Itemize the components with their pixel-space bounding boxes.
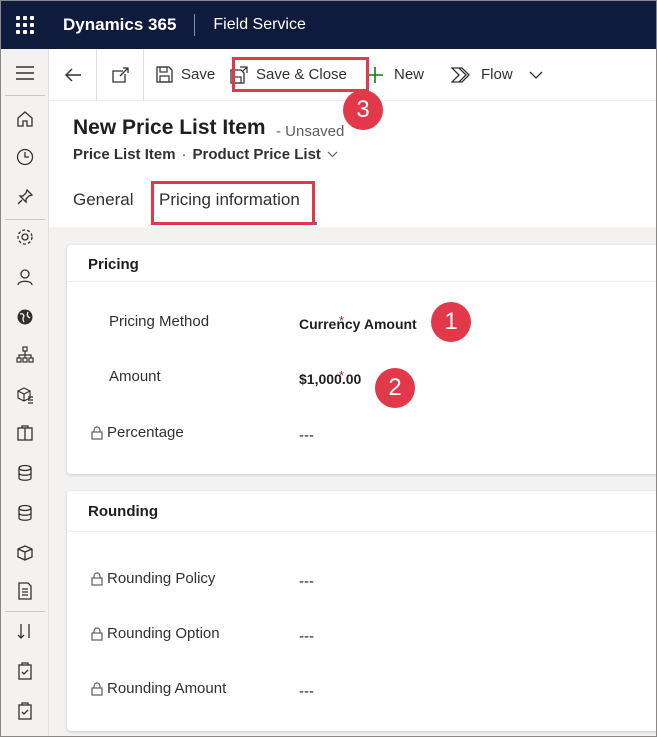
- checklist-icon[interactable]: [13, 699, 37, 723]
- rounding-option-label-row: Rounding Option: [91, 625, 220, 642]
- chevron-down-icon: [327, 151, 338, 158]
- form-selector[interactable]: Product Price List: [193, 146, 338, 163]
- section-title: Pricing: [88, 256, 139, 273]
- rounding-amount-field: ---: [299, 683, 314, 700]
- lock-icon: [91, 626, 103, 641]
- chevron-down-icon: [529, 71, 543, 79]
- rounding-policy-field: ---: [299, 573, 314, 590]
- flow-icon: [451, 66, 470, 83]
- rounding-policy-label-row: Rounding Policy: [91, 570, 215, 587]
- database-icon[interactable]: [13, 501, 37, 525]
- percentage-label: Percentage: [107, 424, 184, 441]
- topbar-divider: [194, 14, 196, 36]
- top-bar: Dynamics 365 Field Service: [1, 1, 656, 49]
- entity-name: Price List Item: [73, 146, 176, 163]
- back-button[interactable]: [49, 49, 96, 101]
- percentage-label-row: Percentage: [91, 424, 184, 441]
- sort-icon[interactable]: [13, 619, 37, 643]
- callout-badge-2: 2: [375, 368, 415, 408]
- pin-icon[interactable]: [13, 185, 37, 209]
- settings-icon[interactable]: [13, 225, 37, 249]
- amount-label: Amount: [109, 368, 161, 385]
- back-arrow-icon: [64, 68, 81, 81]
- rounding-policy-label: Rounding Policy: [107, 570, 216, 587]
- pricing-tab-highlight: [151, 181, 315, 225]
- database-icon[interactable]: [13, 461, 37, 485]
- app-window: Dynamics 365 Field Service Save Save & C…: [0, 0, 657, 737]
- open-new-window-button[interactable]: [97, 49, 143, 101]
- save-label: Save: [181, 66, 216, 83]
- save-and-close-highlight: [232, 57, 369, 92]
- clipboard-icon[interactable]: [13, 421, 37, 445]
- flow-label: Flow: [481, 66, 513, 83]
- waffle-icon: [16, 16, 34, 34]
- app-launcher-button[interactable]: [1, 1, 49, 49]
- rounding-option-field: ---: [299, 628, 314, 645]
- tab-general[interactable]: General: [73, 190, 133, 210]
- lock-icon: [91, 425, 103, 440]
- pricing-method-label: Pricing Method: [109, 313, 210, 330]
- rounding-option-label: Rounding Option: [107, 625, 220, 642]
- lock-icon: [91, 571, 103, 586]
- unsaved-status: - Unsaved: [276, 123, 345, 140]
- breadcrumb-separator: ·: [181, 146, 187, 163]
- open-in-new-window-icon: [112, 66, 129, 83]
- app-name[interactable]: Field Service: [213, 16, 305, 34]
- form-selector-label: Product Price List: [192, 146, 321, 163]
- rounding-amount-label-row: Rounding Amount: [91, 680, 226, 697]
- product-box-icon[interactable]: [13, 383, 37, 407]
- save-icon: [156, 66, 173, 83]
- callout-badge-1: 1: [431, 302, 471, 342]
- hamburger-menu-icon[interactable]: [13, 61, 37, 85]
- new-button[interactable]: New: [362, 49, 447, 101]
- pricing-method-field[interactable]: Currency Amount: [299, 316, 417, 332]
- pricing-section: Pricing Pricing Method * Currency Amount…: [67, 245, 656, 474]
- save-button[interactable]: Save: [144, 49, 222, 101]
- callout-badge-3: 3: [343, 90, 383, 130]
- cube-icon[interactable]: [13, 541, 37, 565]
- percentage-field: ---: [299, 427, 314, 444]
- lock-icon: [91, 681, 103, 696]
- flow-button[interactable]: Flow: [447, 49, 547, 101]
- page-title: New Price List Item: [73, 116, 266, 139]
- new-label: New: [394, 66, 425, 83]
- rounding-amount-label: Rounding Amount: [107, 680, 227, 697]
- rounding-section: Rounding Rounding Policy --- Rounding Op…: [67, 491, 656, 731]
- left-nav: [1, 49, 49, 736]
- amount-field[interactable]: $1,000.00: [299, 371, 361, 387]
- home-icon[interactable]: [13, 107, 37, 131]
- checklist-icon[interactable]: [13, 659, 37, 683]
- breadcrumb: Price List Item · Product Price List: [73, 146, 338, 163]
- org-chart-icon[interactable]: [13, 343, 37, 367]
- person-icon[interactable]: [13, 265, 37, 289]
- recent-icon[interactable]: [13, 145, 37, 169]
- globe-icon[interactable]: [13, 305, 37, 329]
- brand-name[interactable]: Dynamics 365: [63, 15, 176, 35]
- document-icon[interactable]: [13, 579, 37, 603]
- section-title: Rounding: [88, 503, 158, 520]
